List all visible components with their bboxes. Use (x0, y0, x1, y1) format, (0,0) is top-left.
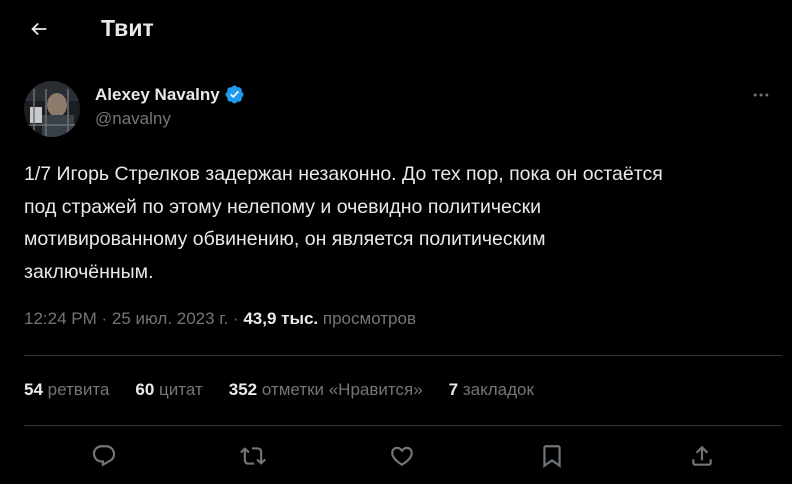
back-button[interactable] (22, 12, 56, 46)
tweet-author: Alexey Navalny @navalny (24, 78, 774, 138)
retweet-icon (240, 447, 266, 465)
bookmark-button[interactable] (532, 436, 572, 476)
stat-label: закладок (462, 380, 534, 399)
stat-bookmarks[interactable]: 7 закладок (449, 380, 534, 400)
more-horizontal-icon (753, 93, 769, 97)
stat-label: цитат (159, 380, 203, 399)
engagement-stats: 54 ретвита 60 цитат 352 отметки «Нравитс… (24, 380, 560, 400)
reply-button[interactable] (84, 436, 124, 476)
author-display-name[interactable]: Alexey Navalny (95, 85, 220, 105)
tweet-text: 1/7 Игорь Стрелков задержан незаконно. Д… (24, 163, 663, 283)
reply-bubble-icon (92, 445, 116, 467)
retweet-button[interactable] (233, 436, 273, 476)
verified-badge-icon (225, 85, 244, 104)
heart-icon (391, 446, 413, 466)
top-bar: Твит (0, 0, 792, 56)
stat-quotes[interactable]: 60 цитат (135, 380, 202, 400)
stat-likes[interactable]: 352 отметки «Нравится» (229, 380, 423, 400)
avatar-image (24, 81, 80, 137)
arrow-left-icon (31, 22, 47, 36)
divider (24, 355, 782, 356)
stat-count: 54 (24, 380, 43, 399)
tweet-date[interactable]: 25 июл. 2023 г. (112, 309, 228, 328)
divider (24, 425, 782, 426)
bookmark-icon (543, 445, 561, 468)
stat-count: 352 (228, 380, 258, 399)
author-handle[interactable]: @navalny (95, 109, 171, 129)
stat-retweets[interactable]: 54 ретвита (24, 380, 109, 400)
avatar[interactable] (24, 81, 80, 137)
share-icon (692, 445, 712, 466)
page-title: Твит (101, 15, 154, 41)
stat-label: ретвита (47, 380, 110, 399)
share-button[interactable] (682, 436, 722, 476)
stat-label: отметки «Нравится» (261, 380, 423, 399)
action-bar (0, 436, 792, 480)
like-button[interactable] (382, 436, 422, 476)
tweet-meta: 12:24 PM · 25 июл. 2023 г. · 43,9 тыс. п… (24, 309, 416, 329)
views-label: просмотров (322, 309, 417, 328)
stat-count: 7 (448, 380, 459, 399)
meta-separator: · (101, 309, 108, 328)
meta-separator: · (232, 309, 239, 328)
author-name-row: Alexey Navalny (95, 84, 245, 105)
more-button[interactable] (746, 80, 776, 110)
tweet-time[interactable]: 12:24 PM (24, 309, 97, 328)
stat-count: 60 (135, 380, 155, 399)
views-count: 43,9 тыс. (243, 309, 319, 328)
